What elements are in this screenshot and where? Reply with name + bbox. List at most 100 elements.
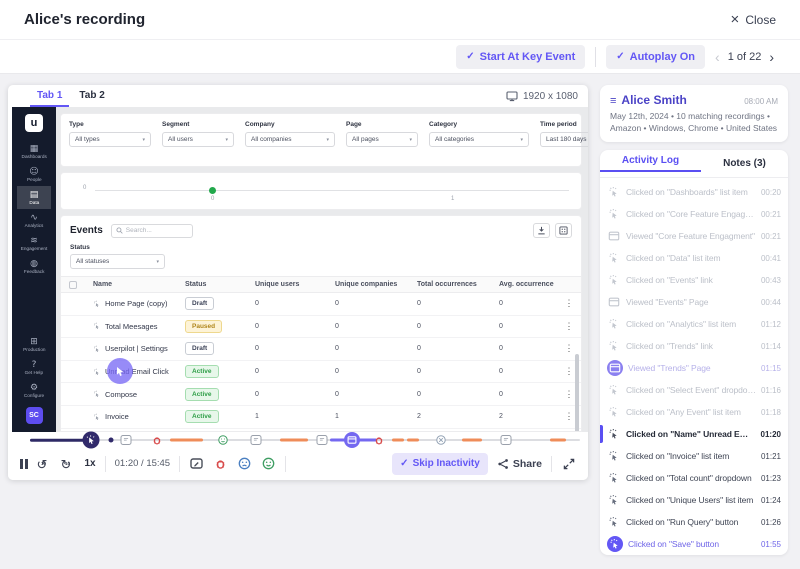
events-search[interactable] [111,224,193,238]
filter-dropdown[interactable]: All types ▾ [69,132,151,147]
report-bug-button[interactable] [213,456,228,471]
row-menu-button[interactable]: ⋮ [565,411,574,422]
activity-log-item[interactable]: Clicked on "Invoice" list item 01:21 [600,445,788,467]
forward-10-button[interactable]: ↻10 [61,456,76,471]
chart-x-tick: 1 [451,196,454,202]
replay-viewer: Tab 1 Tab 2 1920 x 1080 u ▦ Dashboards ☺… [8,85,588,480]
app-nav-item[interactable]: ⚙ Configure [20,379,49,402]
bug-marker[interactable] [374,435,385,446]
tab-2[interactable]: Tab 2 [69,85,114,107]
timeline-track[interactable] [30,432,580,447]
start-at-key-event-toggle[interactable]: ✓ Start At Key Event [456,45,585,69]
app-nav-item[interactable]: ⊞ Production [20,333,49,356]
note-marker[interactable] [500,435,511,445]
filter-dropdown[interactable]: All companies ▾ [245,132,335,147]
tab-activity-log[interactable]: Activity Log [600,150,701,172]
tab-notes[interactable]: Notes (3) [701,150,788,177]
row-menu-button[interactable]: ⋮ [565,298,574,309]
note-marker[interactable] [316,435,327,445]
row-menu-button[interactable]: ⋮ [565,389,574,400]
activity-log-item[interactable]: Clicked on "Analytics" list item 01:12 [600,313,788,335]
tab-1[interactable]: Tab 1 [30,85,69,107]
note-marker[interactable] [250,435,261,445]
playhead-marker[interactable] [82,432,99,449]
row-menu-button[interactable]: ⋮ [565,366,574,377]
events-table-row[interactable]: Compose Active 0 0 0 0 ⋮ [61,383,581,406]
events-table-row[interactable]: Invoice Active 1 1 2 2 ⋮ [61,406,581,429]
close-button[interactable]: × Close [731,12,776,27]
app-nav-label: Feedback [24,270,45,275]
pause-button[interactable] [20,459,28,469]
next-recording-button[interactable]: › [769,50,774,64]
event-type-icon [607,251,621,265]
playback-speed-button[interactable]: 1x [85,458,96,469]
row-menu-button[interactable]: ⋮ [565,321,574,332]
activity-log-item[interactable]: Clicked on "Select Event" dropdown 01:16 [600,379,788,401]
prev-recording-button[interactable]: ‹ [715,50,720,64]
filter-dropdown[interactable]: Last 180 days ▾ [540,132,588,147]
skip-inactivity-toggle[interactable]: ✓ Skip Inactivity [392,453,488,475]
activity-log-item[interactable]: Viewed "Core Feature Engagment" 00:21 [600,225,788,247]
app-nav-item[interactable]: ☺ People [17,163,51,186]
filter-dropdown[interactable]: All categories ▾ [429,132,529,147]
download-button[interactable] [533,223,550,238]
filter-dropdown[interactable]: All pages ▾ [346,132,418,147]
note-marker[interactable] [121,435,132,445]
app-nav-item[interactable]: ≋ Engagement [17,232,51,255]
close-icon: × [731,12,740,27]
rewind-10-button[interactable]: ↺10 [37,456,52,471]
row-menu-button[interactable]: ⋮ [565,343,574,354]
share-button[interactable]: Share [497,458,542,470]
add-note-button[interactable] [189,456,204,471]
activity-log-item[interactable]: Clicked on "Dashboards" list item 00:20 [600,181,788,203]
events-table-row[interactable]: Userpilot | Settings Draft 0 0 0 0 ⋮ [61,338,581,361]
activity-log-item[interactable]: Clicked on "Core Feature Engagem... 00:2… [600,203,788,225]
happy-reaction-button[interactable] [261,456,276,471]
activity-log-item[interactable]: Clicked on "Total count" dropdown 01:23 [600,467,788,489]
search-input[interactable] [126,227,186,234]
chart-data-point[interactable] [209,187,216,194]
activity-log-item[interactable]: Clicked on "Unique Users" list item 01:2… [600,489,788,511]
activity-panel-tabs: Activity Log Notes (3) [600,150,788,178]
app-nav-item[interactable]: ∿ Analytics [17,209,51,232]
app-nav-item[interactable]: ◍ Feedback [17,255,51,278]
frustration-marker[interactable] [436,435,447,446]
activity-log-item[interactable]: Clicked on "Name" Unread Email C... 01:2… [600,423,788,445]
status-filter-dropdown[interactable]: All statuses ▾ [70,254,165,269]
event-name: Invoice [105,412,129,421]
page-view-icon [609,362,621,374]
activity-log-item[interactable]: Clicked on "Data" list item 00:41 [600,247,788,269]
columns-button[interactable] [555,223,572,238]
page-view-marker[interactable] [344,432,360,448]
activity-log-item[interactable]: Clicked on "Run Query" button 01:26 [600,511,788,533]
filter-dropdown[interactable]: All users ▾ [162,132,234,147]
table-scrollbar[interactable] [575,354,579,432]
app-nav-item[interactable]: ▦ Dashboards [17,140,51,163]
events-table-row[interactable]: Total Meesages Paused 0 0 0 0 ⋮ [61,316,581,339]
activity-log-item[interactable]: Clicked on "Trends" link 01:14 [600,335,788,357]
activity-log-item[interactable]: Viewed "Events" Page 00:44 [600,291,788,313]
activity-log-item[interactable]: Clicked on "Any Event" list item 01:18 [600,401,788,423]
sad-reaction-button[interactable] [237,456,252,471]
app-user-avatar[interactable]: SC [26,407,43,424]
app-nav-item[interactable]: ▤ Data [17,186,51,209]
filter-group: Segment All users ▾ [162,121,234,159]
activity-log-item[interactable]: Clicked on "Save" button 01:55 [600,533,788,555]
app-nav-label: Engagement [21,247,48,252]
bug-marker[interactable] [151,435,162,446]
app-nav-item[interactable]: ? Get Help [20,356,49,379]
fullscreen-button[interactable] [561,456,576,471]
inactivity-segment [170,439,203,442]
events-table-row[interactable]: Home Page (copy) Draft 0 0 0 0 ⋮ [61,293,581,316]
col-status: Status [185,281,255,288]
events-table-row[interactable]: Unread Email Click Active 0 0 0 0 ⋮ [61,361,581,384]
user-name[interactable]: Alice Smith [621,93,686,107]
select-all-checkbox[interactable] [69,281,77,289]
event-dot-marker[interactable] [109,438,114,443]
happy-marker[interactable] [217,435,228,446]
app-sidebar: u ▦ Dashboards ☺ People ▤ Data [12,107,56,432]
activity-log-item[interactable]: Viewed "Trends" Page 01:15 [600,357,788,379]
list-icon: ≡ [610,95,616,107]
autoplay-toggle[interactable]: ✓ Autoplay On [606,45,705,69]
activity-log-item[interactable]: Clicked on "Events" link 00:43 [600,269,788,291]
